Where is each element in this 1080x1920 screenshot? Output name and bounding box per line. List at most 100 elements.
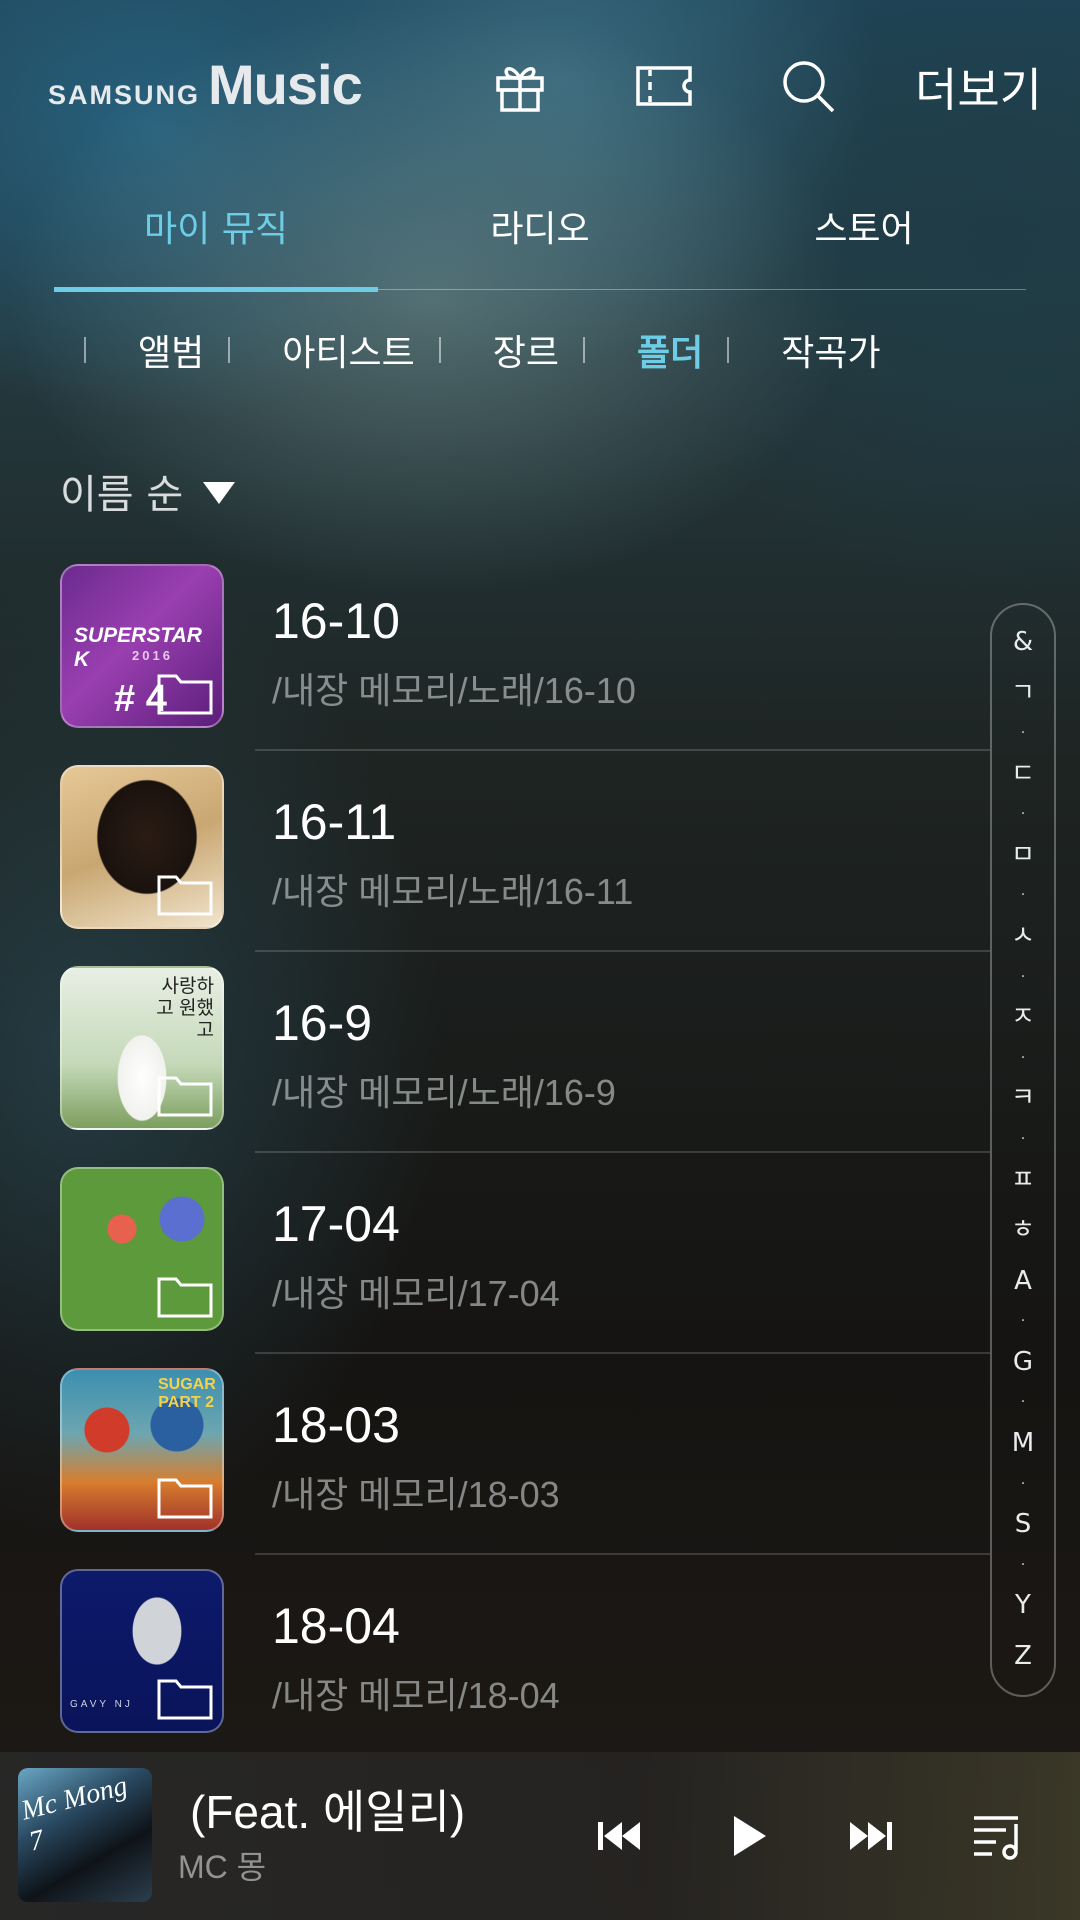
folder-list: SUPERSTAR K 2016 # 4 16-10 /내장 메모리/노래/16… [0, 550, 990, 1756]
index-letter[interactable]: Z [1014, 1641, 1032, 1671]
index-separator: · [1020, 968, 1026, 985]
previous-icon[interactable] [586, 1804, 650, 1868]
logo-brand: SAMSUNG [48, 80, 201, 110]
divider [727, 337, 730, 363]
sort-label: 이름 순 [60, 472, 184, 518]
index-letter[interactable]: & [1013, 627, 1033, 657]
tab-my-music[interactable]: 마이 뮤직 [54, 190, 378, 292]
index-letter[interactable]: ㅅ [1011, 921, 1035, 951]
tab-radio[interactable]: 라디오 [378, 190, 702, 289]
sub-tabs: 앨범 아티스트 장르 폴더 작곡가 [60, 320, 1080, 380]
samsung-music-logo: SAMSUNG Music [48, 52, 363, 117]
gift-icon[interactable] [488, 54, 552, 118]
index-letter[interactable]: ㅍ [1011, 1165, 1035, 1195]
thumbnail-text: SUGAR PART 2 [158, 1376, 216, 1411]
folder-name: 18-03 [272, 1397, 400, 1453]
tab-store[interactable]: 스토어 [702, 190, 1026, 289]
subtab-artist-label: 아티스트 [282, 333, 415, 374]
subtab-composer[interactable]: 작곡가 [703, 324, 881, 376]
folder-path: /내장 메모리/18-03 [272, 1474, 560, 1515]
artist-name: MC 몽 [178, 1849, 267, 1885]
album-thumbnail: SUPERSTAR K 2016 # 4 [60, 564, 224, 728]
thumbnail-text: GAVY NJ [70, 1699, 133, 1710]
index-letter[interactable]: ㅎ [1011, 1215, 1035, 1245]
thumbnail-subtext: 2016 [132, 648, 173, 663]
index-letter[interactable]: A [1014, 1266, 1032, 1296]
playlist-icon[interactable] [966, 1804, 1030, 1868]
main-tabs: 마이 뮤직 라디오 스토어 [54, 190, 1026, 292]
folder-row[interactable]: 사랑하고 원했고 16-9 /내장 메모리/노래/16-9 [0, 952, 990, 1153]
folder-path: /내장 메모리/18-04 [272, 1675, 560, 1716]
divider [84, 337, 86, 363]
index-letter[interactable]: Y [1015, 1590, 1031, 1620]
folder-row[interactable]: 16-11 /내장 메모리/노래/16-11 [0, 751, 990, 952]
subtab-artist[interactable]: 아티스트 [204, 324, 415, 376]
index-separator: · [1020, 1313, 1026, 1330]
album-thumbnail: GAVY NJ [60, 1569, 224, 1733]
index-separator: · [1020, 887, 1026, 904]
folder-row[interactable]: SUGAR PART 2 18-03 /내장 메모리/18-03 [0, 1354, 990, 1555]
index-separator: · [1020, 806, 1026, 823]
folder-icon [157, 1076, 213, 1117]
album-thumbnail [60, 765, 224, 929]
folder-path: /내장 메모리/17-04 [272, 1273, 560, 1314]
folder-name: 16-10 [272, 593, 400, 649]
dropdown-triangle-icon [203, 482, 236, 504]
folder-row[interactable]: GAVY NJ 18-04 /내장 메모리/18-04 [0, 1555, 990, 1756]
index-letter[interactable]: S [1015, 1509, 1032, 1539]
index-letter[interactable]: M [1012, 1428, 1034, 1458]
subtab-folder[interactable]: 폴더 [559, 324, 703, 376]
index-separator: · [1020, 725, 1026, 742]
album-art[interactable]: Mc Mong 7 [18, 1768, 152, 1902]
thumbnail-text: 사랑하고 원했고 [156, 976, 214, 1041]
subtab-genre[interactable]: 장르 [415, 324, 559, 376]
folder-name: 18-04 [272, 1598, 400, 1654]
divider [228, 337, 231, 363]
folder-icon [157, 674, 213, 715]
index-letter[interactable]: ㅈ [1011, 1002, 1035, 1032]
index-separator: · [1020, 1556, 1026, 1573]
subtab-album[interactable]: 앨범 [60, 324, 204, 376]
search-icon[interactable] [776, 54, 840, 118]
index-scroll-bar[interactable]: & ㄱ · ㄷ · ㅁ · ㅅ · ㅈ · ㅋ · ㅍㅎ A · G · M · S · Y Z [990, 603, 1056, 1697]
subtab-album-label: 앨범 [138, 333, 205, 374]
folder-row[interactable]: 17-04 /내장 메모리/17-04 [0, 1153, 990, 1354]
subtab-genre-label: 장르 [492, 333, 559, 374]
folder-icon [157, 1679, 213, 1720]
index-letter[interactable]: ㄷ [1011, 759, 1035, 789]
index-separator: · [1020, 1049, 1026, 1066]
index-letter[interactable]: ㅁ [1011, 840, 1035, 870]
folder-row[interactable]: SUPERSTAR K 2016 # 4 16-10 /내장 메모리/노래/16… [0, 550, 990, 751]
index-separator: · [1020, 1130, 1026, 1147]
play-icon[interactable] [716, 1804, 780, 1868]
folder-path: /내장 메모리/노래/16-9 [272, 1072, 616, 1113]
folder-icon [157, 1478, 213, 1519]
index-letter[interactable]: ㄱ [1011, 678, 1035, 708]
divider [582, 337, 585, 363]
album-art-text: Mc Mong 7 [18, 1770, 131, 1858]
album-thumbnail: 사랑하고 원했고 [60, 966, 224, 1130]
more-button[interactable]: 더보기 [915, 54, 1042, 120]
mini-player[interactable]: Mc Mong 7 (Feat. 에일리) MC 몽 [0, 1752, 1080, 1920]
subtab-folder-label: 폴더 [636, 333, 704, 374]
song-title: (Feat. 에일리) [190, 1786, 466, 1838]
folder-name: 16-9 [272, 995, 373, 1051]
album-thumbnail: SUGAR PART 2 [60, 1368, 224, 1532]
index-separator: · [1020, 1475, 1026, 1492]
subtab-composer-label: 작곡가 [781, 333, 881, 374]
next-icon[interactable] [840, 1804, 904, 1868]
sort-dropdown[interactable]: 이름 순 [60, 462, 236, 520]
folder-icon [157, 1277, 213, 1318]
folder-icon [157, 875, 213, 916]
divider [438, 337, 441, 363]
folder-name: 17-04 [272, 1196, 400, 1252]
logo-product: Music [208, 53, 363, 116]
index-letter[interactable]: ㅋ [1011, 1083, 1035, 1113]
ticket-icon[interactable] [632, 54, 696, 118]
folder-path: /내장 메모리/노래/16-10 [272, 670, 636, 711]
album-thumbnail [60, 1167, 224, 1331]
index-letter[interactable]: G [1013, 1347, 1033, 1377]
folder-name: 16-11 [272, 794, 397, 850]
index-separator: · [1020, 1394, 1026, 1411]
folder-path: /내장 메모리/노래/16-11 [272, 871, 634, 912]
